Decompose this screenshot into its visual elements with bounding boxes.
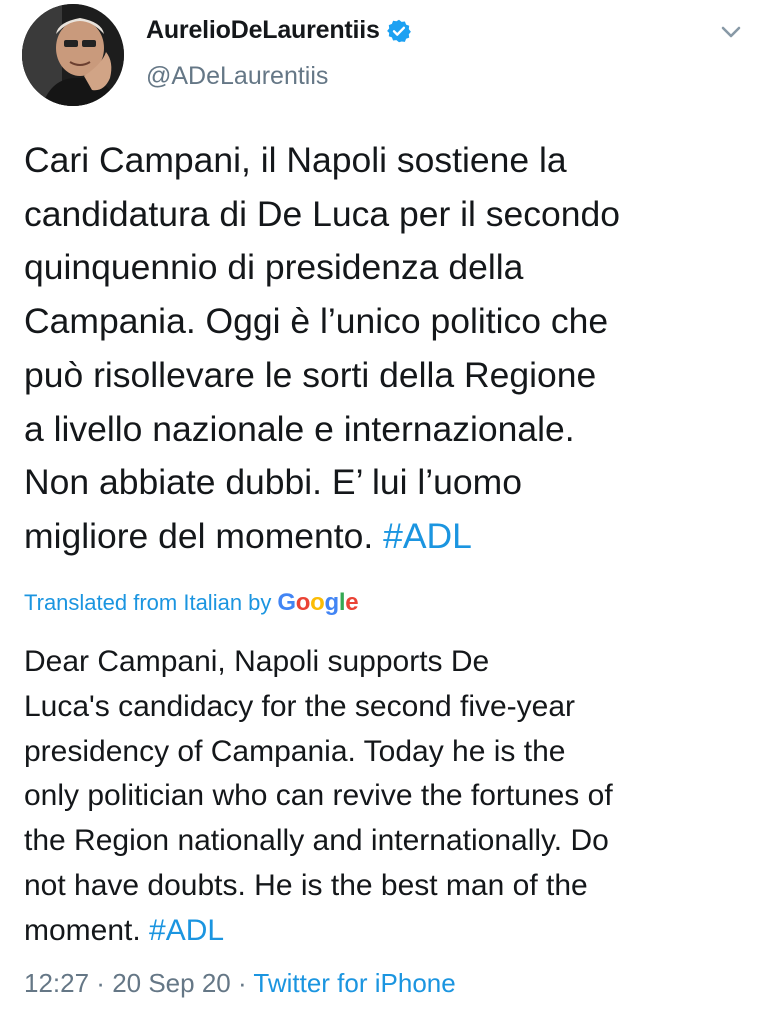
translated-text-line: only politician who can revive the fortu… bbox=[24, 779, 613, 813]
google-logo-letter: o bbox=[310, 589, 325, 616]
translated-text-line: moment. bbox=[24, 913, 150, 947]
tweet-text-line: migliore del momento. bbox=[24, 515, 384, 556]
tweet-card: AurelioDeLaurentiis @ADeLaurentiis Cari … bbox=[0, 0, 761, 1024]
google-logo-letter: g bbox=[324, 589, 340, 616]
translated-text: Dear Campani, Napoli supports De Luca's … bbox=[24, 640, 744, 954]
chevron-down-icon[interactable] bbox=[716, 20, 746, 44]
translated-text-line: Dear Campani, Napoli supports De bbox=[24, 645, 490, 678]
google-logo-letter: o bbox=[295, 589, 311, 616]
hashtag-link[interactable]: #ADL bbox=[383, 516, 472, 556]
author-name-text[interactable]: AurelioDeLaurentiis bbox=[146, 16, 380, 45]
tweet-text-line: Cari Campani, il Napoli sostiene la bbox=[24, 140, 567, 180]
tweet-date[interactable]: 20 Sep 20 bbox=[112, 968, 231, 998]
tweet-text-line: Non abbiate dubbi. E’ lui l’uomo bbox=[24, 462, 522, 503]
author-handle[interactable]: @ADeLaurentiis bbox=[146, 62, 328, 91]
translated-hashtag-link[interactable]: #ADL bbox=[149, 914, 224, 947]
translated-text-line: Luca's candidacy for the second five-yea… bbox=[24, 689, 576, 723]
tweet-text-line: può risollevare le sorti della Regione bbox=[24, 354, 597, 395]
tweet-meta: 12:27 · 20 Sep 20 · Twitter for iPhone bbox=[24, 968, 456, 999]
tweet-source-link[interactable]: Twitter for iPhone bbox=[253, 968, 455, 998]
author-name[interactable]: AurelioDeLaurentiis bbox=[146, 16, 411, 45]
translation-label: Translated from Italian by bbox=[24, 590, 272, 615]
tweet-text-line: Campania. Oggi è l’unico politico che bbox=[24, 301, 609, 342]
tweet-time[interactable]: 12:27 bbox=[24, 968, 89, 998]
tweet-text-line: quinquennio di presidenza della bbox=[24, 247, 524, 288]
google-logo: Google bbox=[277, 589, 358, 617]
avatar[interactable] bbox=[22, 4, 124, 106]
google-logo-letter: G bbox=[277, 589, 296, 616]
verified-badge-icon bbox=[386, 19, 411, 43]
tweet-text-line: a livello nazionale e internazionale. bbox=[24, 408, 575, 449]
translated-text-line: the Region nationally and internationall… bbox=[24, 824, 609, 858]
translation-attribution[interactable]: Translated from Italian by Google bbox=[24, 589, 359, 617]
meta-separator: · bbox=[89, 968, 113, 998]
meta-separator: · bbox=[230, 968, 254, 998]
translated-text-line: presidency of Campania. Today he is the bbox=[24, 734, 566, 768]
tweet-text-line-last: migliore del momento. #ADL bbox=[24, 510, 744, 564]
tweet-text-line: candidatura di De Luca per il secondo bbox=[24, 193, 620, 234]
tweet-text: Cari Campani, il Napoli sostiene la cand… bbox=[24, 134, 744, 564]
google-logo-letter: e bbox=[345, 589, 359, 616]
translated-text-line: not have doubts. He is the best man of t… bbox=[24, 868, 588, 902]
translated-text-line-last: moment. #ADL bbox=[24, 909, 744, 954]
